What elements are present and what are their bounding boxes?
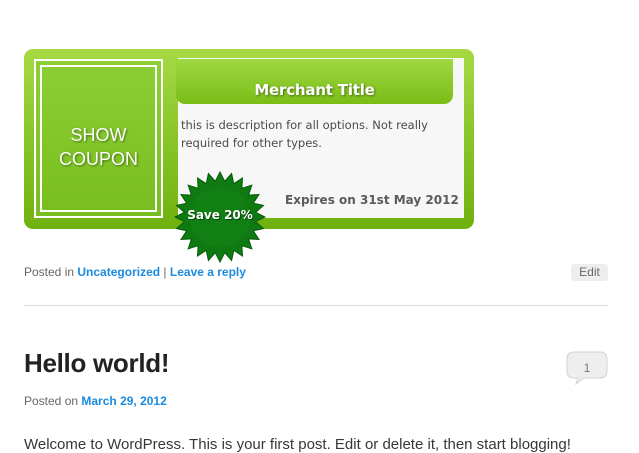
comment-count: 1: [583, 361, 591, 375]
save-badge: Save 20%: [174, 171, 266, 263]
post-date-line: Posted on March 29, 2012: [24, 394, 167, 408]
merchant-title-bar: Merchant Title: [176, 59, 453, 104]
show-coupon-label-line1: SHOW: [70, 125, 127, 145]
posted-on-label: Posted on: [24, 394, 79, 408]
post-title[interactable]: Hello world!: [24, 348, 169, 379]
edit-button[interactable]: Edit: [571, 264, 608, 281]
coupon-description: this is description for all options. Not…: [181, 118, 428, 150]
comment-count-bubble[interactable]: 1: [566, 351, 608, 386]
leave-reply-link[interactable]: Leave a reply: [170, 265, 246, 279]
show-coupon-label: SHOW COUPON: [36, 123, 161, 171]
posted-in-label: Posted in: [24, 265, 75, 279]
merchant-title: Merchant Title: [254, 81, 375, 99]
post-meta: Posted in Uncategorized | Leave a reply: [24, 265, 246, 279]
post-divider: [24, 305, 608, 306]
category-link[interactable]: Uncategorized: [77, 265, 160, 279]
show-coupon-button[interactable]: SHOW COUPON: [34, 59, 163, 218]
save-badge-text: Save 20%: [187, 208, 253, 222]
post-excerpt: Welcome to WordPress. This is your first…: [24, 436, 571, 453]
show-coupon-label-line2: COUPON: [58, 149, 138, 169]
post-date-link[interactable]: March 29, 2012: [81, 394, 166, 408]
meta-separator: |: [163, 265, 167, 279]
coupon-expiry: Expires on 31st May 2012: [285, 193, 459, 207]
coupon-card: SHOW COUPON Merchant Title this is descr…: [24, 49, 474, 263]
